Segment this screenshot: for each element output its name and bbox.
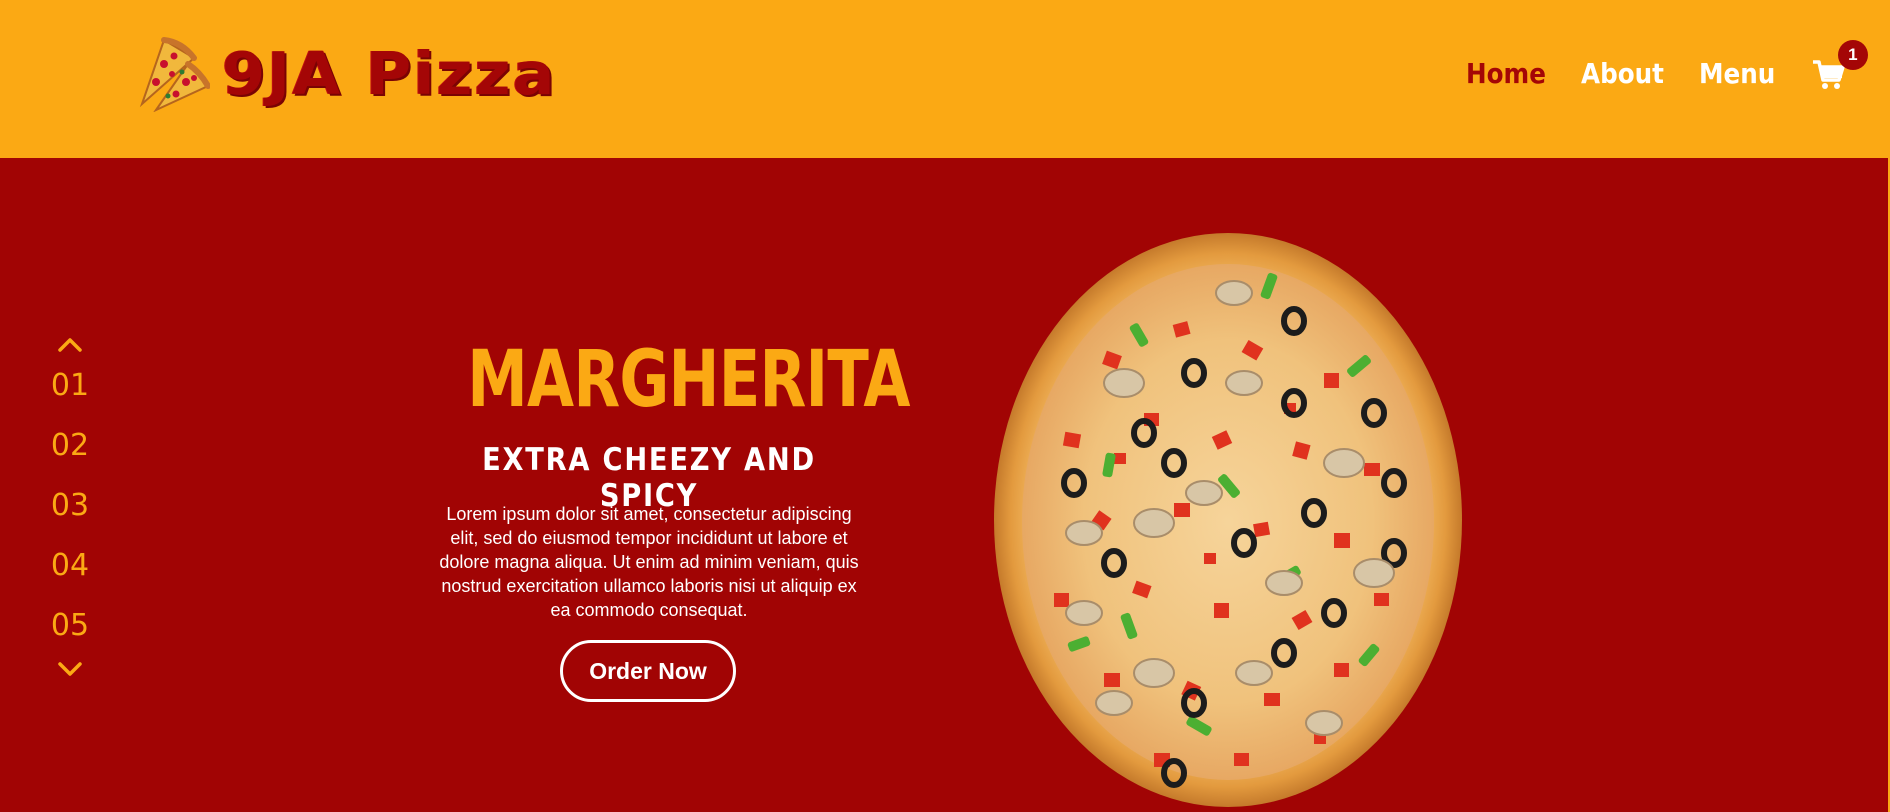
cart-count-badge: 1 xyxy=(1837,40,1868,70)
hero-section: 01 02 03 04 05 MARGHERITA EXTRA CHEEZY A… xyxy=(0,158,1888,812)
pizza-slice-icon xyxy=(139,37,210,112)
brand-name: 9JA Pizza xyxy=(222,38,557,109)
nav-link-menu[interactable]: Menu xyxy=(1699,54,1775,94)
cart-button[interactable]: 1 xyxy=(1812,40,1868,94)
slide-number-04[interactable]: 04 xyxy=(50,536,90,596)
slide-number-02[interactable]: 02 xyxy=(50,416,90,476)
nav-link-home[interactable]: Home xyxy=(1466,54,1546,94)
chevron-up-icon[interactable] xyxy=(50,332,90,356)
slide-selector: 01 02 03 04 05 xyxy=(50,332,90,680)
hero-title: MARGHERITA xyxy=(467,335,910,425)
nav-link-about[interactable]: About xyxy=(1581,54,1664,94)
slide-number-03[interactable]: 03 xyxy=(50,476,90,536)
pizza-image xyxy=(994,233,1462,807)
slide-number-05[interactable]: 05 xyxy=(50,596,90,656)
order-now-button[interactable]: Order Now xyxy=(560,640,736,702)
chevron-down-icon[interactable] xyxy=(50,656,90,680)
site-header: 9JA Pizza Home About Menu 1 xyxy=(0,0,1888,158)
hero-description: Lorem ipsum dolor sit amet, consectetur … xyxy=(439,504,859,620)
brand-logo[interactable]: 9JA Pizza xyxy=(134,36,556,112)
page: 9JA Pizza Home About Menu 1 01 02 03 04 … xyxy=(0,0,1888,812)
main-nav: Home About Menu 1 xyxy=(1466,40,1868,94)
slide-number-01[interactable]: 01 xyxy=(50,356,90,416)
